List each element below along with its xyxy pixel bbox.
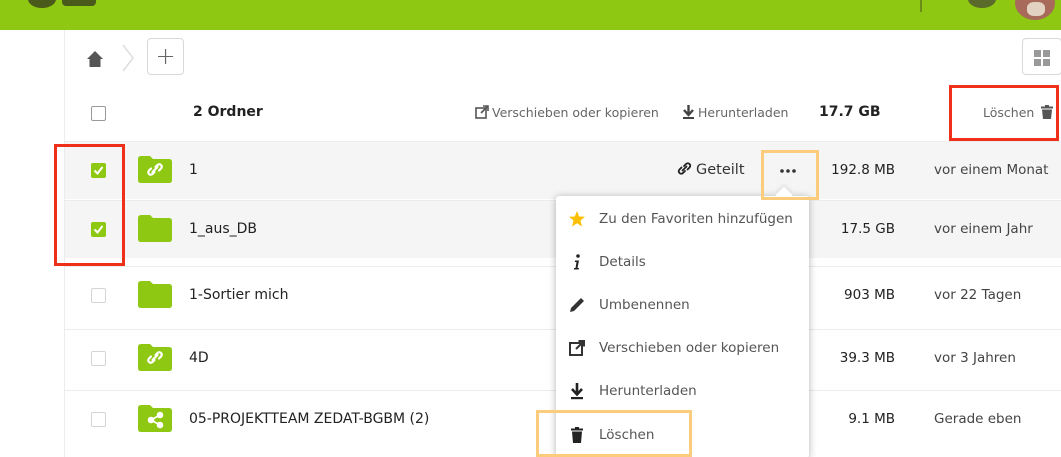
highlight-delete-action bbox=[949, 85, 1059, 141]
shared-link-folder-icon bbox=[138, 344, 172, 371]
move-copy-label: Verschieben oder kopieren bbox=[492, 105, 659, 120]
external-icon bbox=[569, 340, 585, 356]
folder-icon bbox=[138, 215, 172, 242]
file-modified: Gerade eben bbox=[934, 411, 1022, 427]
file-name[interactable]: 05-PROJEKTTEAM ZEDAT-BGBM (2) bbox=[189, 411, 429, 427]
download-icon bbox=[683, 105, 694, 119]
selection-header: 2 Ordner Verschieben oder kopieren Herun… bbox=[65, 86, 1061, 141]
home-icon[interactable] bbox=[86, 50, 104, 68]
file-name[interactable]: 1-Sortier mich bbox=[189, 287, 288, 303]
file-name[interactable]: 1_aus_DB bbox=[189, 221, 257, 237]
row-checkbox[interactable] bbox=[91, 412, 106, 427]
menu-item-label: Umbenennen bbox=[599, 297, 690, 313]
breadcrumb: + bbox=[65, 30, 1061, 86]
chevron-right-icon bbox=[122, 44, 134, 72]
new-button[interactable]: + bbox=[147, 38, 184, 75]
info-icon bbox=[573, 254, 580, 270]
highlight-menu-delete bbox=[536, 410, 692, 457]
menu-item-label: Details bbox=[599, 254, 646, 270]
menu-item-download[interactable]: Herunterladen bbox=[556, 370, 809, 412]
highlight-more-button bbox=[761, 150, 819, 200]
shared-link-folder-icon bbox=[138, 156, 172, 183]
selection-count: 2 Ordner bbox=[193, 104, 263, 120]
file-modified: vor einem Monat bbox=[934, 162, 1049, 178]
star-icon bbox=[569, 211, 585, 227]
file-name[interactable]: 4D bbox=[189, 350, 209, 366]
external-link-icon bbox=[475, 105, 489, 119]
menu-item-label: Herunterladen bbox=[599, 383, 697, 399]
topbar-divider bbox=[920, 0, 922, 12]
row-checkbox[interactable] bbox=[91, 351, 106, 366]
highlight-checkboxes bbox=[54, 144, 125, 266]
menu-item-label: Verschieben oder kopieren bbox=[599, 340, 780, 356]
file-name[interactable]: 1 bbox=[189, 162, 198, 178]
file-modified: vor 3 Jahren bbox=[934, 350, 1016, 366]
menu-item-favorite[interactable]: Zu den Favoriten hinzufügen bbox=[556, 198, 809, 240]
download-action[interactable]: Herunterladen bbox=[682, 105, 789, 120]
row-checkbox[interactable] bbox=[91, 288, 106, 303]
pencil-icon bbox=[570, 298, 584, 312]
menu-item-details[interactable]: Details bbox=[556, 241, 809, 283]
menu-item-label: Zu den Favoriten hinzufügen bbox=[599, 211, 793, 227]
menu-item-move-copy[interactable]: Verschieben oder kopieren bbox=[556, 327, 809, 369]
grid-icon bbox=[1034, 50, 1050, 66]
search-icon[interactable] bbox=[968, 0, 996, 8]
shared-folder-icon bbox=[138, 405, 172, 432]
table-row[interactable]: 1 Geteilt 192.8 MB vor einem Monat bbox=[65, 141, 1061, 199]
file-modified: vor 22 Tagen bbox=[934, 287, 1022, 303]
avatar[interactable] bbox=[1015, 0, 1055, 20]
folder-icon bbox=[138, 281, 172, 308]
logo[interactable] bbox=[62, 0, 96, 6]
share-status[interactable]: Geteilt bbox=[677, 161, 745, 178]
total-size: 17.7 GB bbox=[819, 104, 881, 120]
top-bar bbox=[0, 0, 1061, 30]
link-icon bbox=[677, 162, 692, 175]
move-copy-action[interactable]: Verschieben oder kopieren bbox=[475, 105, 659, 120]
download-icon bbox=[571, 383, 583, 400]
select-all-checkbox[interactable] bbox=[91, 106, 106, 121]
grid-view-button[interactable] bbox=[1022, 38, 1061, 75]
file-modified: vor einem Jahr bbox=[934, 221, 1033, 237]
app-menu-icon[interactable] bbox=[28, 0, 56, 8]
download-label: Herunterladen bbox=[698, 105, 789, 120]
share-label: Geteilt bbox=[696, 162, 745, 178]
menu-item-rename[interactable]: Umbenennen bbox=[556, 284, 809, 326]
